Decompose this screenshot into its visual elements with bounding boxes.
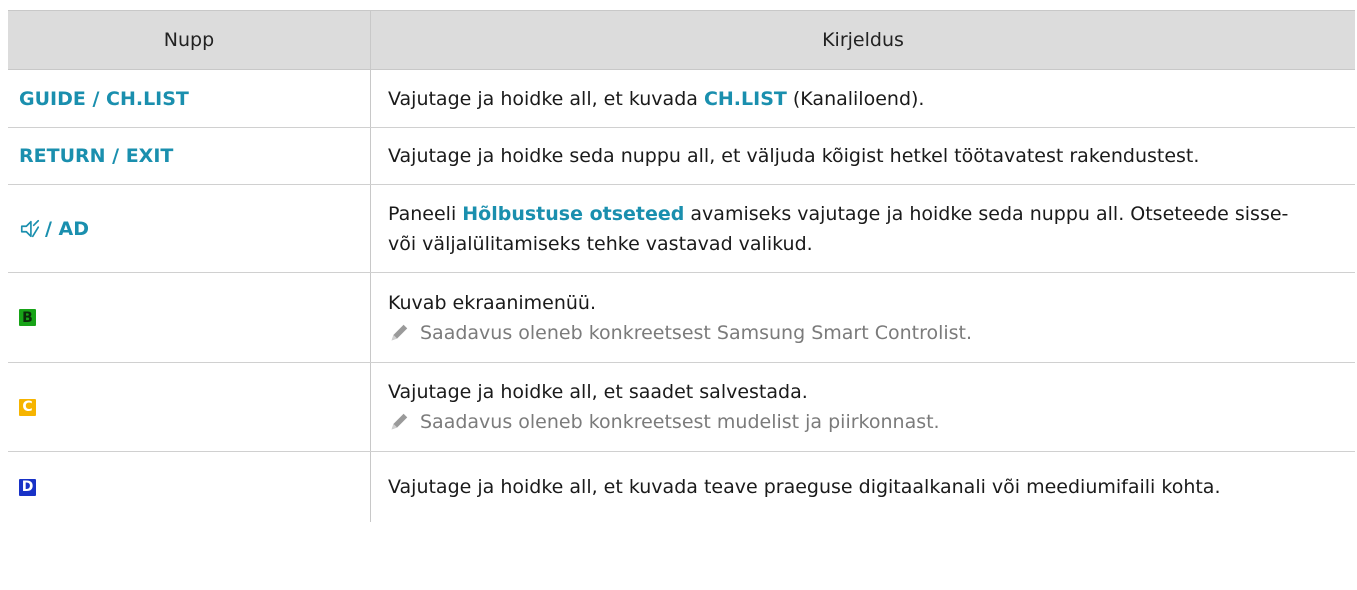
description-text: Vajutage ja hoidke seda nuppu all, et vä… [388, 145, 1200, 167]
audio-description-icon [20, 219, 40, 237]
description: Vajutage ja hoidke all, et saadet salves… [370, 363, 1355, 451]
description-text: (Kanaliloend). [786, 87, 925, 110]
table-row: C Vajutage ja hoidke all, et saadet salv… [8, 363, 1355, 452]
description-text: Vajutage ja hoidke all, et kuvada [388, 87, 704, 110]
button-name: RETURN / EXIT [19, 145, 174, 167]
c-key-icon: C [19, 398, 36, 416]
description-text: Paneeli [388, 202, 463, 225]
description-text: avamiseks vajutage ja hoidke seda nuppu … [684, 202, 1289, 225]
b-key-icon: B [19, 309, 36, 326]
description: Vajutage ja hoidke seda nuppu all, et vä… [370, 128, 1355, 184]
d-key-icon: D [19, 478, 36, 496]
button-table: Nupp Kirjeldus GUIDE / CH.LIST Vajutage … [8, 10, 1355, 522]
button-name: GUIDE / CH.LIST [19, 87, 189, 110]
note: Saadavus oleneb konkreetsest Samsung Sma… [388, 318, 1343, 348]
table-row: / AD Paneeli Hõlbustuse otseteed avamise… [8, 185, 1355, 273]
note-text: Saadavus oleneb konkreetsest Samsung Sma… [420, 321, 973, 344]
table-row: B Kuvab ekraanimenüü. Saadavus oleneb ko… [8, 273, 1355, 363]
description-text: Vajutage ja hoidke all, et kuvada teave … [388, 476, 1221, 498]
description-text-line2: või väljalülitamiseks tehke vastavad val… [388, 232, 813, 255]
description: Kuvab ekraanimenüü. Saadavus oleneb konk… [370, 273, 1355, 362]
table-row: D Vajutage ja hoidke all, et kuvada teav… [8, 452, 1355, 522]
description: Vajutage ja hoidke all, et kuvada CH.LIS… [370, 70, 1355, 127]
button-name: D [8, 452, 370, 522]
highlight-term: Hõlbustuse otseteed [462, 202, 685, 225]
header-nupp: Nupp [163, 29, 215, 51]
description-text: Vajutage ja hoidke all, et saadet salves… [388, 381, 808, 403]
table-row: GUIDE / CH.LIST Vajutage ja hoidke all, … [8, 70, 1355, 128]
pencil-icon [391, 324, 408, 340]
table-header: Nupp Kirjeldus [8, 11, 1355, 70]
table-row: RETURN / EXIT Vajutage ja hoidke seda nu… [8, 128, 1355, 185]
pencil-icon [391, 413, 408, 430]
button-name: C [8, 363, 370, 451]
button-name: / AD [8, 185, 370, 272]
button-name-text: / AD [45, 217, 90, 240]
description-text: Kuvab ekraanimenüü. [388, 291, 597, 314]
highlight-term: CH.LIST [703, 87, 787, 110]
note-text: Saadavus oleneb konkreetsest mudelist ja… [420, 411, 940, 433]
description: Paneeli Hõlbustuse otseteed avamiseks va… [370, 185, 1355, 272]
header-kirjeldus: Kirjeldus [370, 11, 1355, 69]
note: Saadavus oleneb konkreetsest mudelist ja… [388, 407, 1343, 437]
button-name: B [8, 273, 370, 362]
description: Vajutage ja hoidke all, et kuvada teave … [370, 452, 1355, 522]
